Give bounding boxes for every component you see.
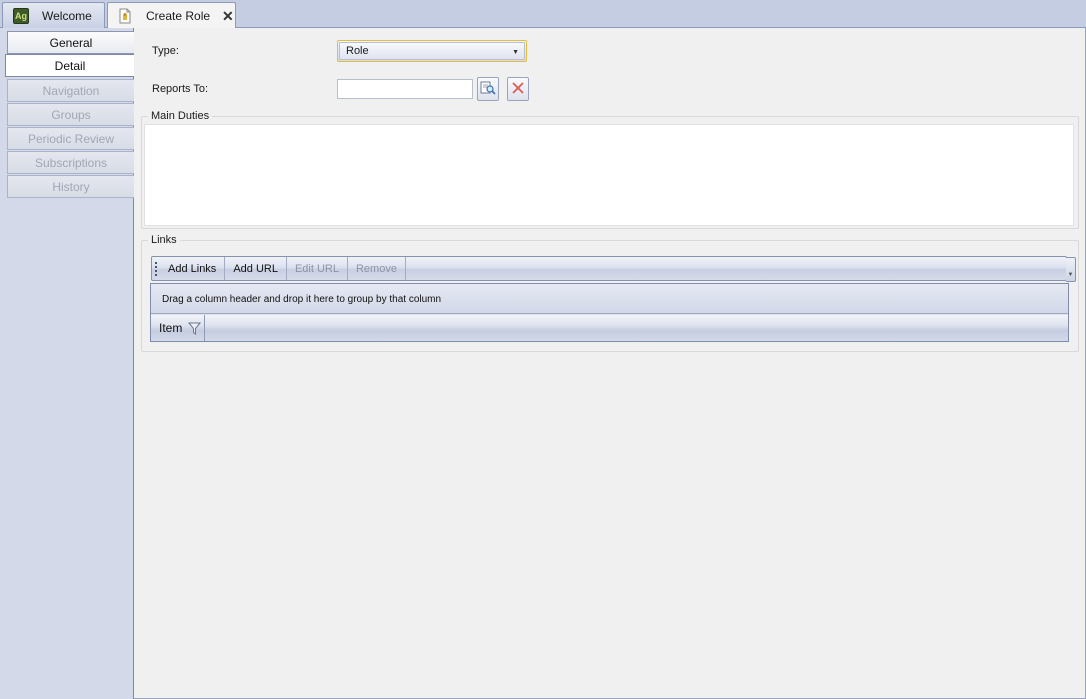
nav-item-groups: Groups xyxy=(7,103,134,126)
links-toolbar: Add Links Add URL Edit URL Remove ▼ xyxy=(151,256,1076,282)
nav-item-periodic-review: Periodic Review xyxy=(7,127,134,150)
remove-button: Remove xyxy=(348,257,406,280)
tab-welcome-label: Welcome xyxy=(42,9,92,23)
type-dropdown[interactable]: Role ▼ xyxy=(337,40,527,62)
detail-panel: Type: Role ▼ Reports To: Main Duties Lin… xyxy=(134,28,1086,699)
chevron-down-icon: ▼ xyxy=(512,49,519,56)
tab-create-role[interactable]: Create Role ✕ xyxy=(107,2,236,29)
links-grid: Drag a column header and drop it here to… xyxy=(150,283,1069,342)
section-nav: General Detail Navigation Groups Periodi… xyxy=(0,28,134,699)
nav-item-history: History xyxy=(7,175,134,198)
app-logo-icon: Ag xyxy=(13,8,29,24)
column-header-item-label: Item xyxy=(159,321,183,335)
document-icon xyxy=(118,8,134,24)
links-label: Links xyxy=(148,234,180,246)
main-duties-textarea[interactable] xyxy=(144,124,1074,226)
column-header-item[interactable]: Item xyxy=(151,315,205,341)
app-window: Ag Welcome Create Role ✕ General Detail … xyxy=(0,0,1086,699)
reports-to-input[interactable] xyxy=(337,79,473,99)
toolbar-grip[interactable] xyxy=(152,257,160,280)
document-tab-strip: Ag Welcome Create Role ✕ xyxy=(0,0,1086,29)
edit-url-button: Edit URL xyxy=(287,257,348,280)
toolbar-overflow-button[interactable]: ▼ xyxy=(1066,257,1076,282)
type-label: Type: xyxy=(152,45,179,57)
nav-item-general[interactable]: General xyxy=(7,31,134,54)
search-icon xyxy=(480,81,496,98)
reports-to-lookup-button[interactable] xyxy=(477,77,499,101)
main-duties-label: Main Duties xyxy=(148,110,213,122)
add-links-button[interactable]: Add Links xyxy=(160,257,226,280)
reports-to-label: Reports To: xyxy=(152,83,209,95)
nav-item-subscriptions: Subscriptions xyxy=(7,151,134,174)
type-dropdown-value: Role xyxy=(346,45,369,57)
filter-icon[interactable] xyxy=(187,322,202,338)
add-url-button[interactable]: Add URL xyxy=(225,257,287,280)
grid-header-row: Item xyxy=(151,315,1068,341)
close-icon xyxy=(512,81,524,97)
group-by-panel[interactable]: Drag a column header and drop it here to… xyxy=(151,284,1068,314)
nav-item-navigation: Navigation xyxy=(7,79,134,102)
close-icon[interactable]: ✕ xyxy=(222,9,234,23)
reports-to-clear-button[interactable] xyxy=(507,77,529,101)
nav-item-detail[interactable]: Detail xyxy=(5,54,134,77)
tab-create-role-label: Create Role xyxy=(146,9,211,23)
tab-welcome[interactable]: Ag Welcome xyxy=(2,2,105,29)
